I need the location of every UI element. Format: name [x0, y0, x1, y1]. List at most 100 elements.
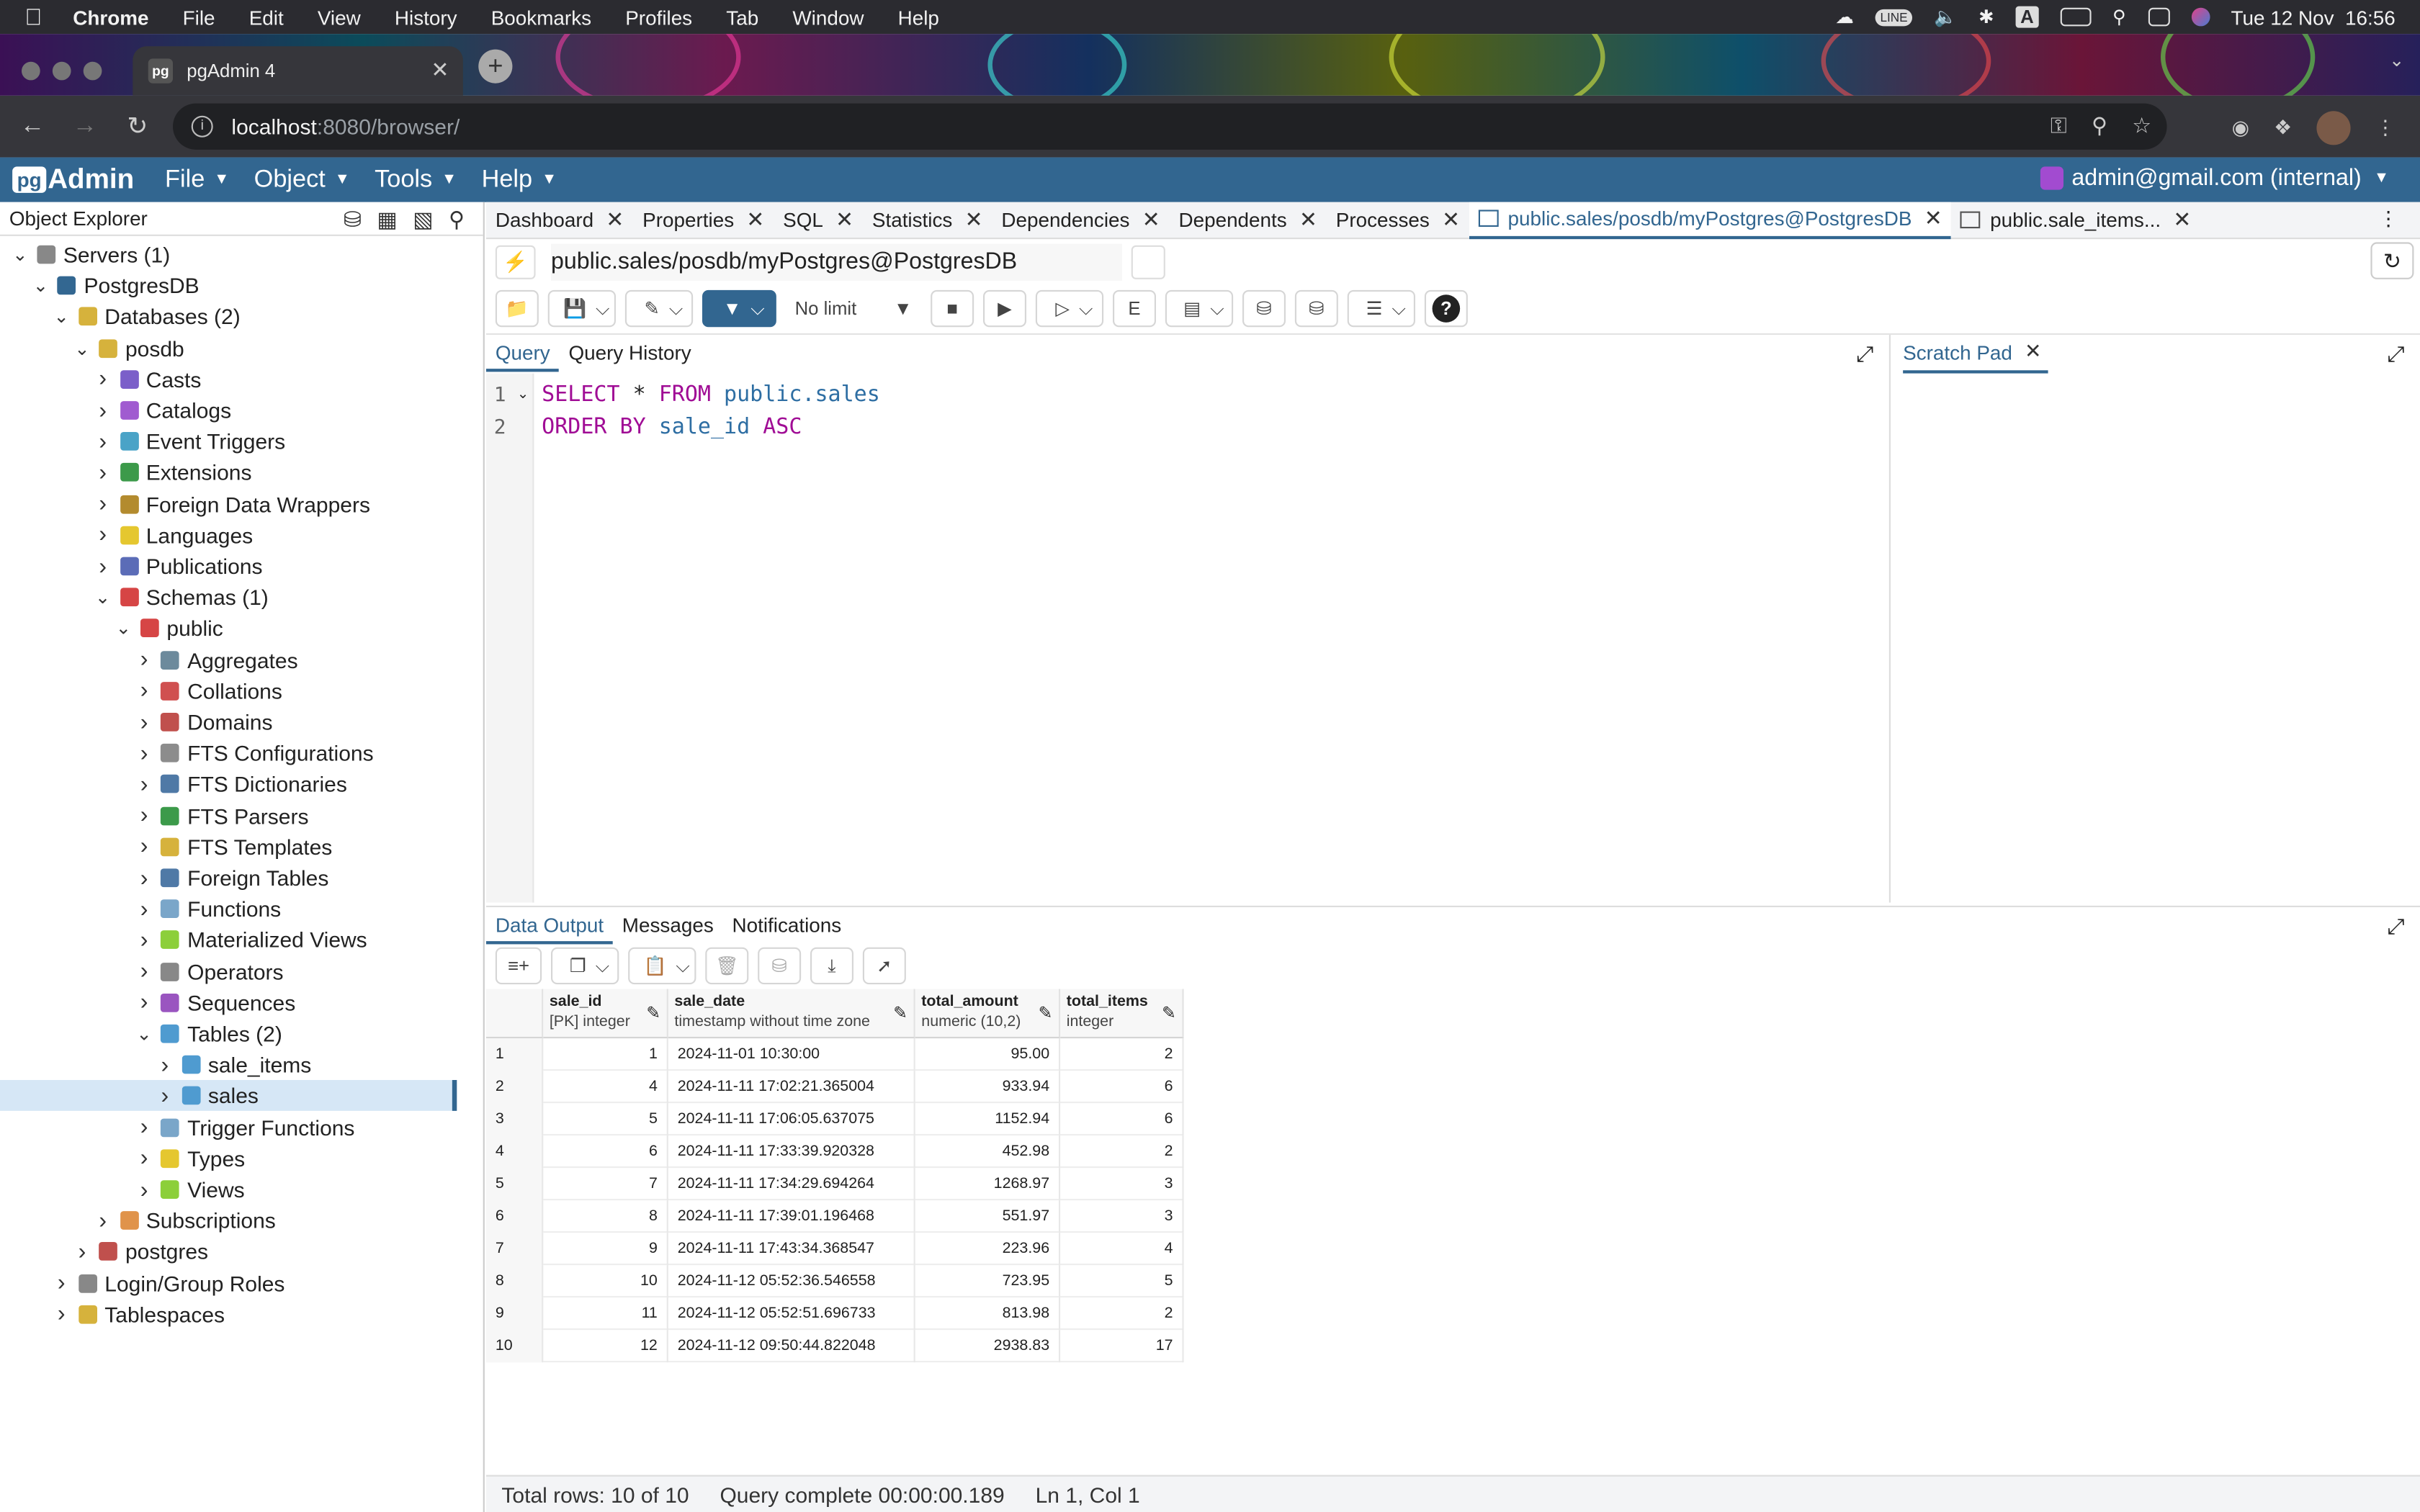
close-tab-icon[interactable]: ✕: [431, 57, 449, 83]
close-icon[interactable]: ✕: [1142, 207, 1160, 233]
tab-scratch-pad[interactable]: Scratch Pad ✕: [1903, 333, 2048, 374]
column-header[interactable]: total_amount numeric (10,2) ✎: [915, 989, 1061, 1039]
tree-item[interactable]: › Casts: [0, 364, 457, 395]
query-tool-icon[interactable]: ⛁: [344, 207, 362, 233]
table-cell[interactable]: 2024-11-11 17:06:05.637075: [668, 1103, 915, 1136]
extensions-puzzle-icon[interactable]: ❖: [2274, 116, 2292, 140]
chevron-right-icon[interactable]: ›: [133, 771, 155, 797]
site-info-icon[interactable]: i: [191, 115, 213, 138]
close-icon[interactable]: ✕: [1299, 207, 1317, 233]
connection-selector[interactable]: public.sales/posdb/myPostgres@PostgresDB: [551, 243, 1122, 280]
table-cell[interactable]: 2024-11-01 10:30:00: [668, 1038, 915, 1071]
chevron-right-icon[interactable]: ›: [92, 1207, 114, 1233]
tree-item[interactable]: › Materialized Views: [0, 924, 457, 955]
chevron-down-icon[interactable]: ⌄: [133, 1023, 155, 1045]
back-icon[interactable]: ←: [6, 112, 59, 140]
table-cell[interactable]: 2024-11-11 17:02:21.365004: [668, 1071, 915, 1104]
main-tab[interactable]: public.sales/posdb/myPostgres@PostgresDB…: [1469, 201, 1952, 239]
table-cell[interactable]: 3: [1060, 1200, 1184, 1233]
new-tab-button[interactable]: +: [478, 49, 513, 84]
table-cell[interactable]: 6: [543, 1135, 668, 1169]
maximize-icon[interactable]: ⤢: [1856, 341, 1873, 367]
chevron-right-icon[interactable]: ›: [133, 1176, 155, 1202]
tree-item[interactable]: › sales: [0, 1080, 457, 1112]
chevron-right-icon[interactable]: ›: [133, 709, 155, 735]
table-cell[interactable]: 1152.94: [915, 1103, 1061, 1136]
chevron-right-icon[interactable]: ›: [133, 802, 155, 828]
chevron-right-icon[interactable]: ›: [92, 522, 114, 548]
main-tab[interactable]: Dependencies ✕: [992, 202, 1169, 238]
tree-item[interactable]: › Subscriptions: [0, 1205, 457, 1236]
edit-column-icon[interactable]: ✎: [893, 1003, 908, 1023]
battery-icon[interactable]: [2060, 7, 2091, 27]
table-cell[interactable]: 6: [1060, 1103, 1184, 1136]
table-row[interactable]: 9 11 2024-11-12 05:52:51.696733 813.98 2: [486, 1297, 1184, 1331]
table-cell[interactable]: 1: [543, 1038, 668, 1071]
edit-column-icon[interactable]: ✎: [1162, 1003, 1176, 1023]
tree-item[interactable]: › sale_items: [0, 1050, 457, 1081]
weather-icon[interactable]: ☁: [1835, 6, 1854, 28]
tree-item[interactable]: › Operators: [0, 956, 457, 987]
column-header[interactable]: sale_id [PK] integer ✎: [543, 989, 668, 1039]
table-cell[interactable]: 3: [1060, 1168, 1184, 1201]
tree-item[interactable]: › Functions: [0, 894, 457, 924]
apple-icon[interactable]: : [24, 4, 42, 30]
tree-item[interactable]: ⌄ public: [0, 613, 457, 644]
bluetooth-icon[interactable]: ✱: [1978, 6, 1994, 28]
chevron-right-icon[interactable]: ›: [71, 1238, 93, 1264]
browser-tab-pgadmin[interactable]: pg pgAdmin 4 ✕: [133, 46, 463, 96]
close-icon[interactable]: ✕: [1442, 207, 1460, 233]
table-row[interactable]: 2 4 2024-11-11 17:02:21.365004 933.94 6: [486, 1071, 1184, 1104]
row-number[interactable]: 4: [486, 1135, 544, 1169]
open-file-button[interactable]: 📁: [495, 289, 539, 328]
chevron-right-icon[interactable]: ›: [133, 834, 155, 860]
chevron-right-icon[interactable]: ›: [133, 989, 155, 1015]
connection-status-icon[interactable]: ⚡: [495, 244, 536, 279]
table-cell[interactable]: 8: [543, 1200, 668, 1233]
tree-item[interactable]: ⌄ Databases (2): [0, 302, 457, 333]
table-row[interactable]: 3 5 2024-11-11 17:06:05.637075 1152.94 6: [486, 1103, 1184, 1136]
menu-history[interactable]: History: [395, 6, 457, 29]
table-cell[interactable]: 2024-11-12 09:50:44.822048: [668, 1330, 915, 1363]
commit-button[interactable]: ⛁: [1242, 289, 1286, 328]
tree-item[interactable]: › FTS Configurations: [0, 738, 457, 769]
main-tab[interactable]: SQL ✕: [774, 202, 863, 238]
tree-item[interactable]: ⌄ Servers (1): [0, 239, 457, 270]
tree-item[interactable]: › postgres: [0, 1236, 457, 1267]
menu-file[interactable]: File: [183, 6, 215, 29]
row-number[interactable]: 1: [486, 1038, 544, 1071]
pg-menu-file[interactable]: File ▼: [165, 166, 229, 194]
tab-query[interactable]: Query: [486, 335, 560, 372]
table-cell[interactable]: 11: [543, 1297, 668, 1331]
edit-column-icon[interactable]: ✎: [646, 1003, 660, 1023]
table-cell[interactable]: 7: [543, 1168, 668, 1201]
chevron-right-icon[interactable]: ›: [92, 428, 114, 454]
chevron-right-icon[interactable]: ›: [133, 865, 155, 891]
table-cell[interactable]: 1268.97: [915, 1168, 1061, 1201]
table-cell[interactable]: 933.94: [915, 1071, 1061, 1104]
row-number[interactable]: 8: [486, 1265, 544, 1298]
table-row[interactable]: 8 10 2024-11-12 05:52:36.546558 723.95 5: [486, 1265, 1184, 1298]
table-row[interactable]: 4 6 2024-11-11 17:33:39.920328 452.98 2: [486, 1135, 1184, 1169]
table-cell[interactable]: 2: [1060, 1038, 1184, 1071]
table-row[interactable]: 7 9 2024-11-11 17:43:34.368547 223.96 4: [486, 1233, 1184, 1266]
rollback-button[interactable]: ⛁: [1294, 289, 1338, 328]
row-number[interactable]: 6: [486, 1200, 544, 1233]
clock[interactable]: Tue 12 Nov 16:56: [2231, 6, 2396, 29]
table-row[interactable]: 5 7 2024-11-11 17:34:29.694264 1268.97 3: [486, 1168, 1184, 1201]
tree-item[interactable]: › Views: [0, 1174, 457, 1205]
table-cell[interactable]: 17: [1060, 1330, 1184, 1363]
table-cell[interactable]: 452.98: [915, 1135, 1061, 1169]
table-cell[interactable]: 2024-11-11 17:34:29.694264: [668, 1168, 915, 1201]
edit-column-icon[interactable]: ✎: [1039, 1003, 1053, 1023]
tree-item[interactable]: › Login/Group Roles: [0, 1268, 457, 1299]
menu-window[interactable]: Window: [792, 6, 864, 29]
close-icon[interactable]: ✕: [746, 207, 764, 233]
close-icon[interactable]: ✕: [2173, 207, 2191, 233]
close-icon[interactable]: ✕: [2025, 339, 2041, 364]
pg-menu-help[interactable]: Help ▼: [482, 166, 557, 194]
menu-chrome[interactable]: Chrome: [73, 6, 148, 29]
table-cell[interactable]: 95.00: [915, 1038, 1061, 1071]
code-line-1[interactable]: SELECT * FROM public.sales: [542, 382, 880, 407]
chevron-right-icon[interactable]: ›: [133, 1146, 155, 1171]
